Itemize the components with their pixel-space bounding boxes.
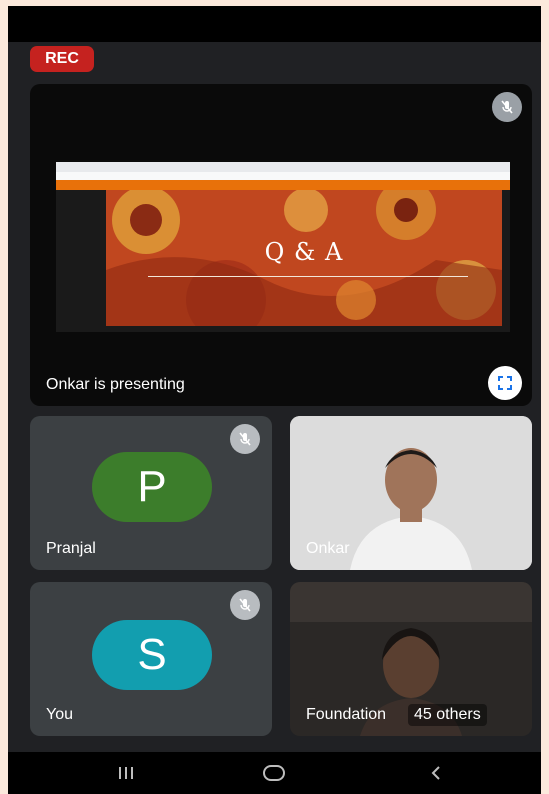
mic-off-icon — [230, 590, 260, 620]
navigation-bar — [8, 752, 541, 794]
browser-url-bar — [56, 172, 510, 180]
participant-tile-onkar[interactable]: Onkar — [290, 416, 532, 570]
shared-screen: Q & A — [56, 162, 510, 332]
status-bar — [8, 6, 541, 42]
recents-button[interactable] — [96, 752, 156, 794]
site-header-bar — [56, 180, 510, 190]
others-count[interactable]: 45 others — [408, 704, 487, 726]
phone-screen: REC Q & A Onkar is presenting P Pranjal … — [8, 6, 541, 794]
slide: Q & A — [106, 190, 502, 326]
fullscreen-button[interactable] — [488, 366, 522, 400]
home-button[interactable] — [244, 752, 304, 794]
participant-name: Onkar — [306, 540, 350, 557]
participant-tile-pranjal[interactable]: P Pranjal — [30, 416, 272, 570]
presentation-tile[interactable]: Q & A Onkar is presenting — [30, 84, 532, 406]
participant-tile-you[interactable]: S You — [30, 582, 272, 736]
slide-divider — [148, 276, 468, 277]
recents-icon — [119, 767, 133, 779]
rec-badge: REC — [30, 46, 94, 72]
participant-tile-foundation[interactable]: Foundation 45 others — [290, 582, 532, 736]
presenter-label: Onkar is presenting — [46, 376, 185, 393]
fullscreen-icon — [498, 376, 512, 390]
avatar: S — [92, 620, 212, 690]
slide-title: Q & A — [264, 238, 344, 266]
participant-name: You — [46, 706, 73, 723]
back-button[interactable] — [406, 752, 466, 794]
participant-name: Pranjal — [46, 540, 96, 557]
participant-name: Foundation — [306, 706, 387, 723]
mic-off-icon — [230, 424, 260, 454]
avatar: P — [92, 452, 212, 522]
browser-tab-bar — [56, 162, 510, 172]
back-icon — [431, 766, 440, 780]
mic-off-icon — [492, 92, 522, 122]
home-icon — [263, 765, 285, 781]
